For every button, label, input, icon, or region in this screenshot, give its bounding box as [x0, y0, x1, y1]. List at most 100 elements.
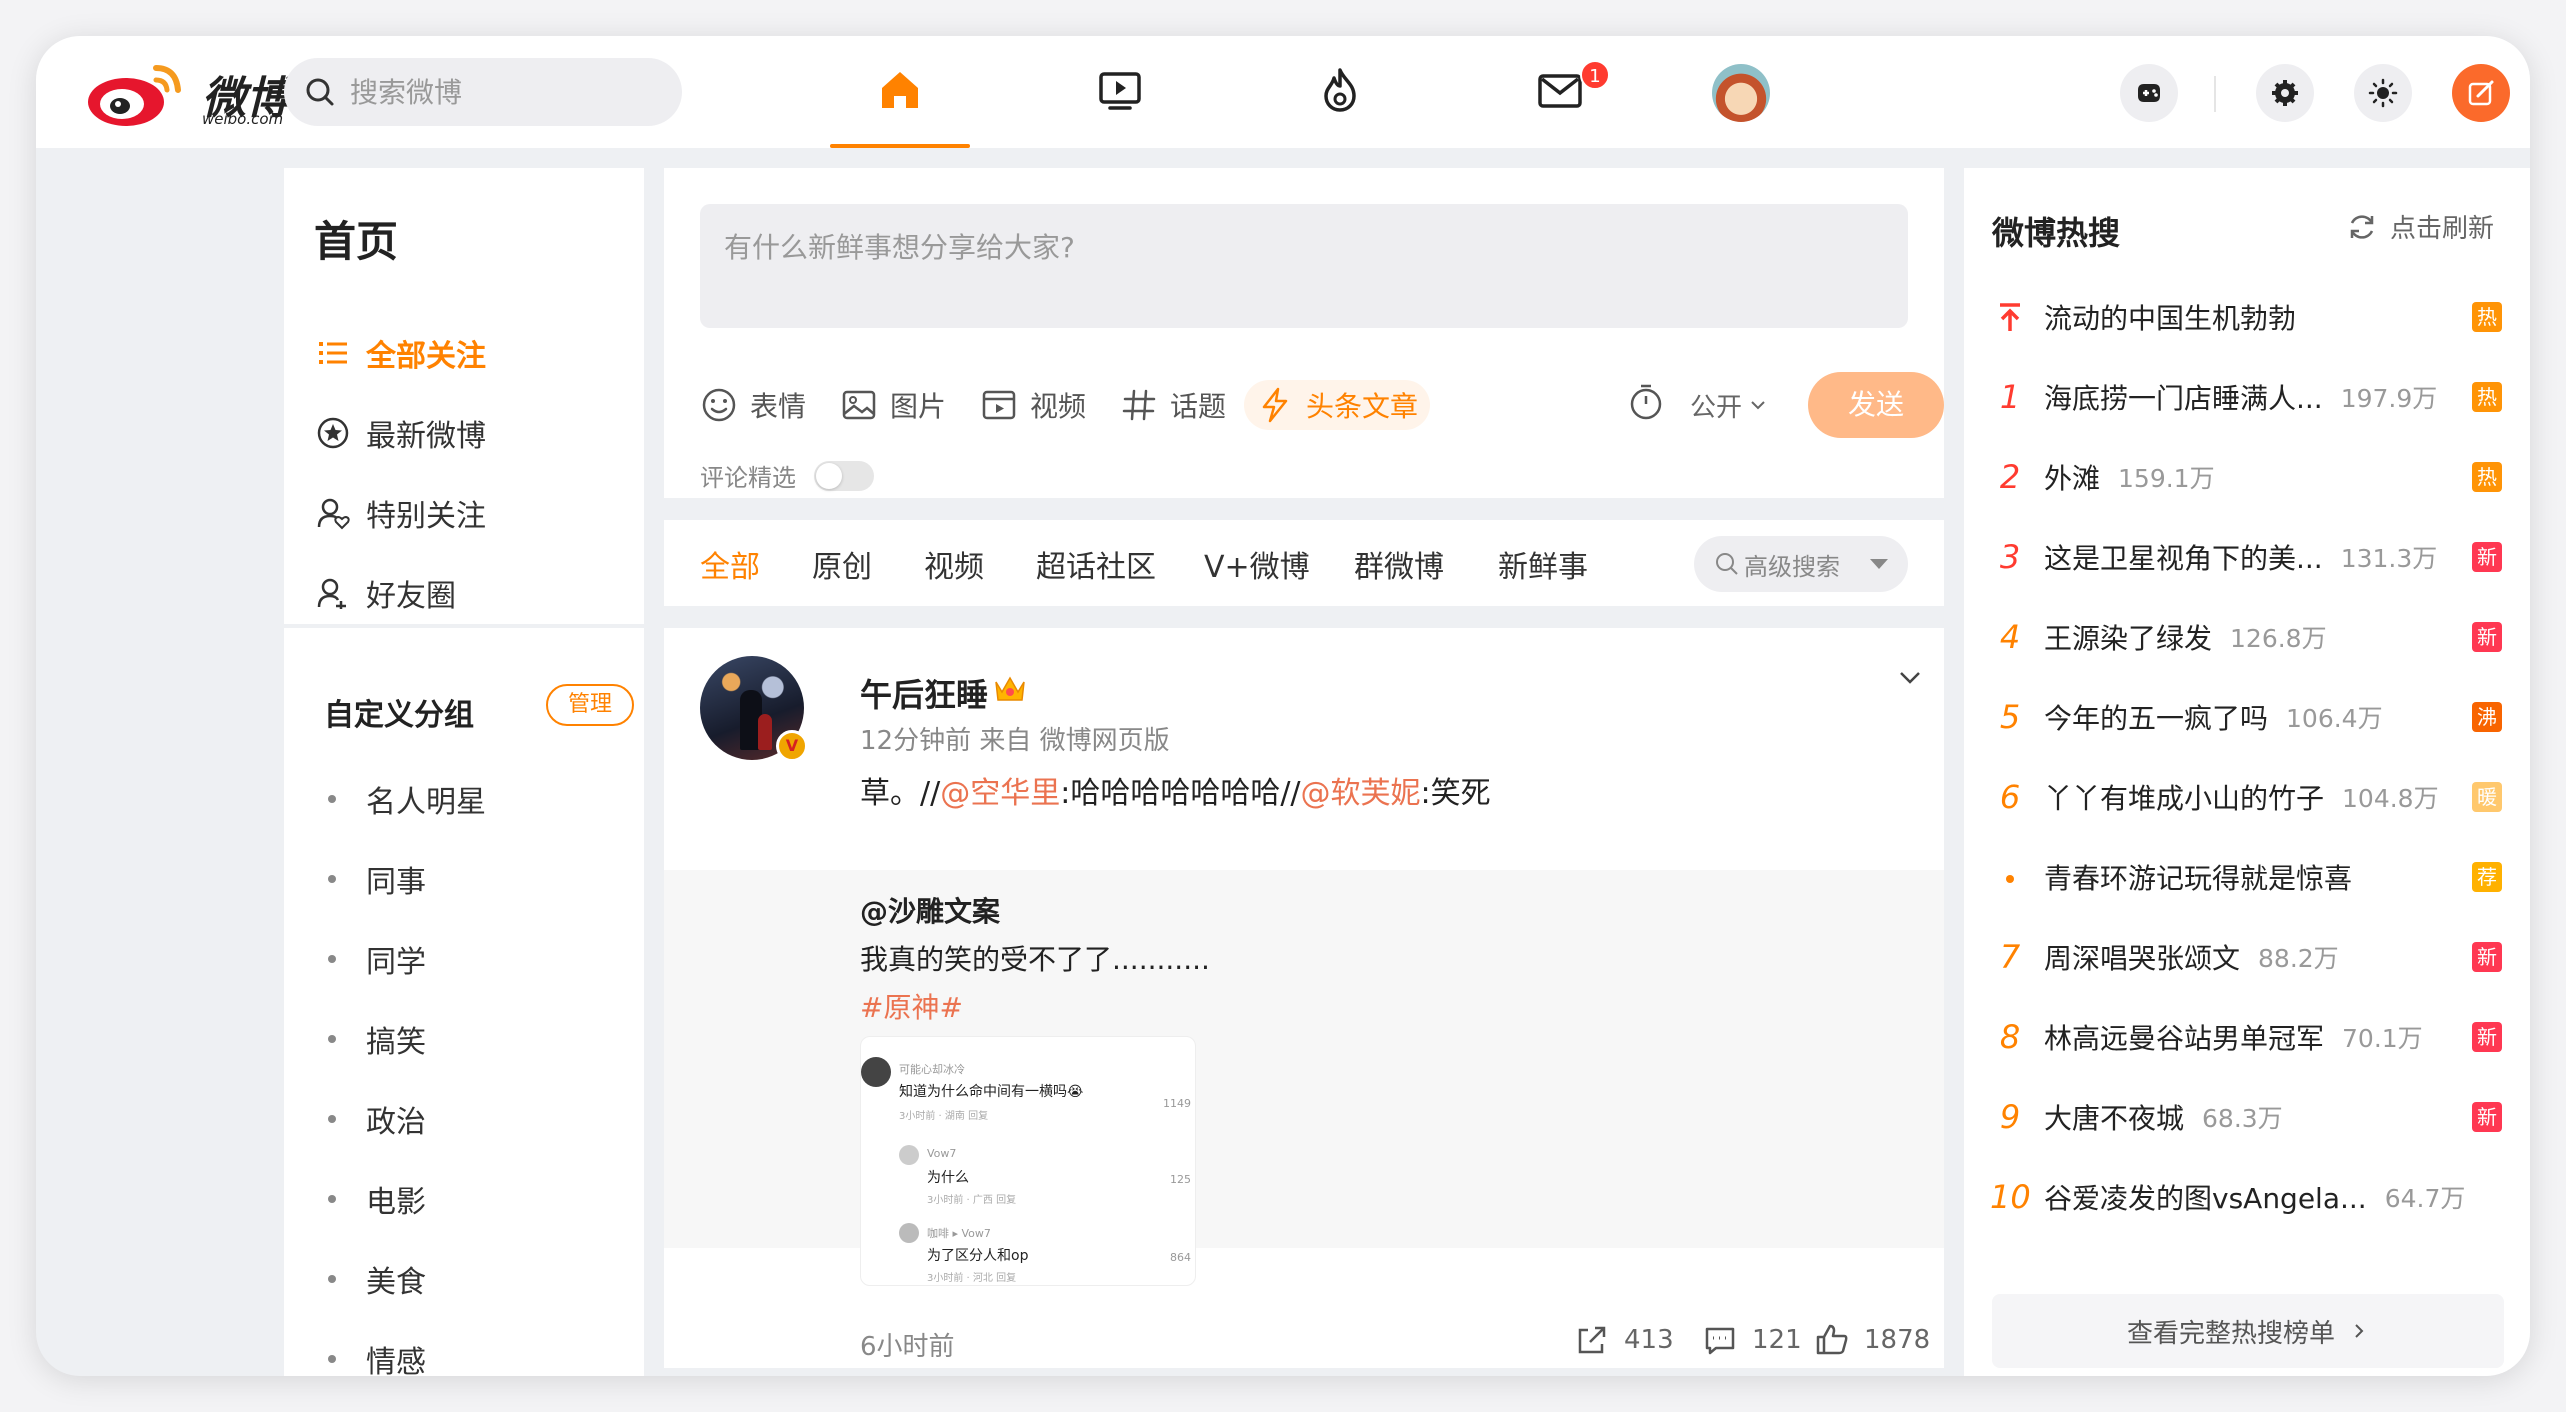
- hot-word: 流动的中国生机勃勃: [2044, 302, 2297, 335]
- hot-item[interactable]: 9 大唐不夜城 68.3万 新: [1990, 1092, 2502, 1142]
- hot-word: 周深唱哭张颂文: [2044, 942, 2241, 975]
- reposted-image[interactable]: 可能心却冰冷 知道为什么命中间有一横吗😭 3小时前 · 湖南 回复 1149 V…: [860, 1036, 1196, 1286]
- weibo-logo[interactable]: 微博 weibo.com: [82, 58, 312, 128]
- hot-word: 丫丫有堆成小山的竹子: [2044, 782, 2325, 815]
- tab-original[interactable]: 原创: [812, 542, 872, 586]
- caret-down-icon: [1870, 559, 1888, 569]
- hot-rank: 1: [1999, 378, 2021, 416]
- comment-button[interactable]: 121: [1702, 1320, 1802, 1360]
- sidebar-item-friends[interactable]: 好友圈: [316, 568, 456, 618]
- comment-select-row: 评论精选: [700, 458, 874, 493]
- bullet: [328, 875, 336, 883]
- hot-item[interactable]: 1 海底捞一门店睡满人... 197.9万 热: [1990, 372, 2502, 422]
- hot-item[interactable]: 3 这是卫星视角下的美... 131.3万 新: [1990, 532, 2502, 582]
- tab-vplus[interactable]: V+微博: [1204, 542, 1310, 586]
- hot-item-promoted[interactable]: 青春环游记玩得就是惊喜 荐: [1990, 852, 2502, 902]
- hot-item[interactable]: 4 王源染了绿发 126.8万 新: [1990, 612, 2502, 662]
- schedule-button[interactable]: [1626, 382, 1666, 422]
- group-item[interactable]: 情感: [328, 1334, 426, 1376]
- sidebar-item-latest[interactable]: 最新微博: [316, 408, 486, 458]
- reposted-user[interactable]: @沙雕文案: [860, 890, 1000, 930]
- group-item[interactable]: 名人明星: [328, 774, 486, 824]
- group-item[interactable]: 同学: [328, 934, 426, 984]
- send-button[interactable]: 发送: [1808, 372, 1944, 438]
- share-button[interactable]: 413: [1574, 1320, 1674, 1360]
- tab-all[interactable]: 全部: [700, 542, 760, 586]
- sidebar-item-label: 好友圈: [366, 579, 456, 614]
- post-time: 6小时前: [860, 1332, 955, 1362]
- hot-word: 王源染了绿发: [2044, 622, 2213, 655]
- nav-hot[interactable]: [1270, 56, 1410, 148]
- nav-messages[interactable]: 1: [1490, 56, 1630, 148]
- mention-link[interactable]: @软芙妮: [1301, 776, 1421, 811]
- brightness-icon: [2368, 78, 2398, 108]
- hashtag-link[interactable]: #原神#: [860, 986, 963, 1026]
- hot-item-pinned[interactable]: 流动的中国生机勃勃 热: [1990, 292, 2502, 342]
- compose-input[interactable]: [700, 204, 1908, 328]
- group-item[interactable]: 美食: [328, 1254, 426, 1304]
- like-button[interactable]: 1878: [1814, 1320, 1930, 1360]
- post-text-part: :笑死: [1420, 776, 1491, 811]
- headline-article-button[interactable]: 头条文章: [1244, 380, 1431, 430]
- image-comment-likes: 1149: [1163, 1097, 1191, 1110]
- topic-button[interactable]: 话题: [1120, 380, 1226, 430]
- manage-groups-button[interactable]: 管理: [546, 684, 634, 726]
- hot-tag: 新: [2472, 622, 2502, 652]
- image-button[interactable]: 图片: [840, 380, 946, 430]
- verified-badge: V: [776, 730, 808, 762]
- hot-rank: 6: [1999, 778, 2021, 816]
- hot-item[interactable]: 2 外滩 159.1万 热: [1990, 452, 2502, 502]
- advanced-search-button[interactable]: 高级搜索: [1694, 536, 1908, 592]
- hot-word: 这是卫星视角下的美...: [2044, 542, 2323, 575]
- game-icon: [2138, 84, 2160, 102]
- image-comment-user: Vow7: [927, 1147, 957, 1160]
- view-full-hot-list-button[interactable]: 查看完整热搜榜单: [1992, 1294, 2504, 1368]
- chevron-down-icon[interactable]: [1896, 664, 1924, 692]
- bullet: [328, 1035, 336, 1043]
- compose-button[interactable]: [2452, 64, 2510, 122]
- emoji-icon: [702, 388, 736, 422]
- brightness-button[interactable]: [2354, 64, 2412, 122]
- game-button[interactable]: [2120, 64, 2178, 122]
- hot-item[interactable]: 7 周深唱哭张颂文 88.2万 新: [1990, 932, 2502, 982]
- tool-label: 视频: [1030, 390, 1087, 423]
- comment-select-label: 评论精选: [700, 464, 796, 492]
- hot-item[interactable]: 10 谷爱凌发的图vsAngela... 64.7万: [1990, 1172, 2502, 1222]
- group-item[interactable]: 同事: [328, 854, 426, 904]
- refresh-button[interactable]: 点击刷新: [2346, 208, 2494, 245]
- mention-link[interactable]: @空华里: [940, 776, 1060, 811]
- nav-video[interactable]: [1050, 56, 1190, 148]
- sidebar-item-special[interactable]: 特别关注: [316, 488, 486, 538]
- sidebar-item-label: 最新微博: [366, 419, 486, 454]
- hot-item[interactable]: 6 丫丫有堆成小山的竹子 104.8万 暖: [1990, 772, 2502, 822]
- tool-label: 图片: [890, 390, 947, 423]
- app-window: 微博 weibo.com 搜索微博 1 首页 全部关注 最新微博 特别关注 好友…: [36, 36, 2530, 1376]
- profile-avatar[interactable]: [1712, 64, 1770, 122]
- tab-super-topic[interactable]: 超话社区: [1036, 542, 1156, 586]
- author-name[interactable]: 午后狂睡: [860, 670, 988, 716]
- tab-fresh[interactable]: 新鲜事: [1498, 542, 1588, 586]
- group-label: 同事: [366, 865, 426, 900]
- video-upload-button[interactable]: 视频: [980, 380, 1086, 430]
- group-item[interactable]: 搞笑: [328, 1014, 426, 1064]
- hot-tag: 热: [2472, 382, 2502, 412]
- tab-video[interactable]: 视频: [924, 542, 984, 586]
- tab-group[interactable]: 群微博: [1354, 542, 1444, 586]
- search-bar[interactable]: [284, 58, 682, 126]
- search-input[interactable]: [350, 58, 670, 126]
- comment-select-toggle[interactable]: [814, 460, 874, 491]
- hot-item[interactable]: 5 今年的五一疯了吗 106.4万 沸: [1990, 692, 2502, 742]
- group-item[interactable]: 政治: [328, 1094, 426, 1144]
- compose-box[interactable]: [700, 204, 1908, 328]
- hot-count: 68.3万: [2202, 1104, 2283, 1133]
- emoji-button[interactable]: 表情: [700, 380, 806, 430]
- visibility-select[interactable]: 公开: [1690, 380, 1768, 430]
- settings-button[interactable]: [2256, 64, 2314, 122]
- lightning-icon: [1262, 387, 1288, 423]
- group-item[interactable]: 电影: [328, 1174, 426, 1224]
- message-badge: 1: [1580, 60, 1610, 90]
- comment-icon: [1705, 1327, 1735, 1355]
- sidebar-item-all-follows[interactable]: 全部关注: [316, 328, 486, 378]
- hot-item[interactable]: 8 林高远曼谷站男单冠军 70.1万 新: [1990, 1012, 2502, 1062]
- nav-home[interactable]: [830, 56, 970, 148]
